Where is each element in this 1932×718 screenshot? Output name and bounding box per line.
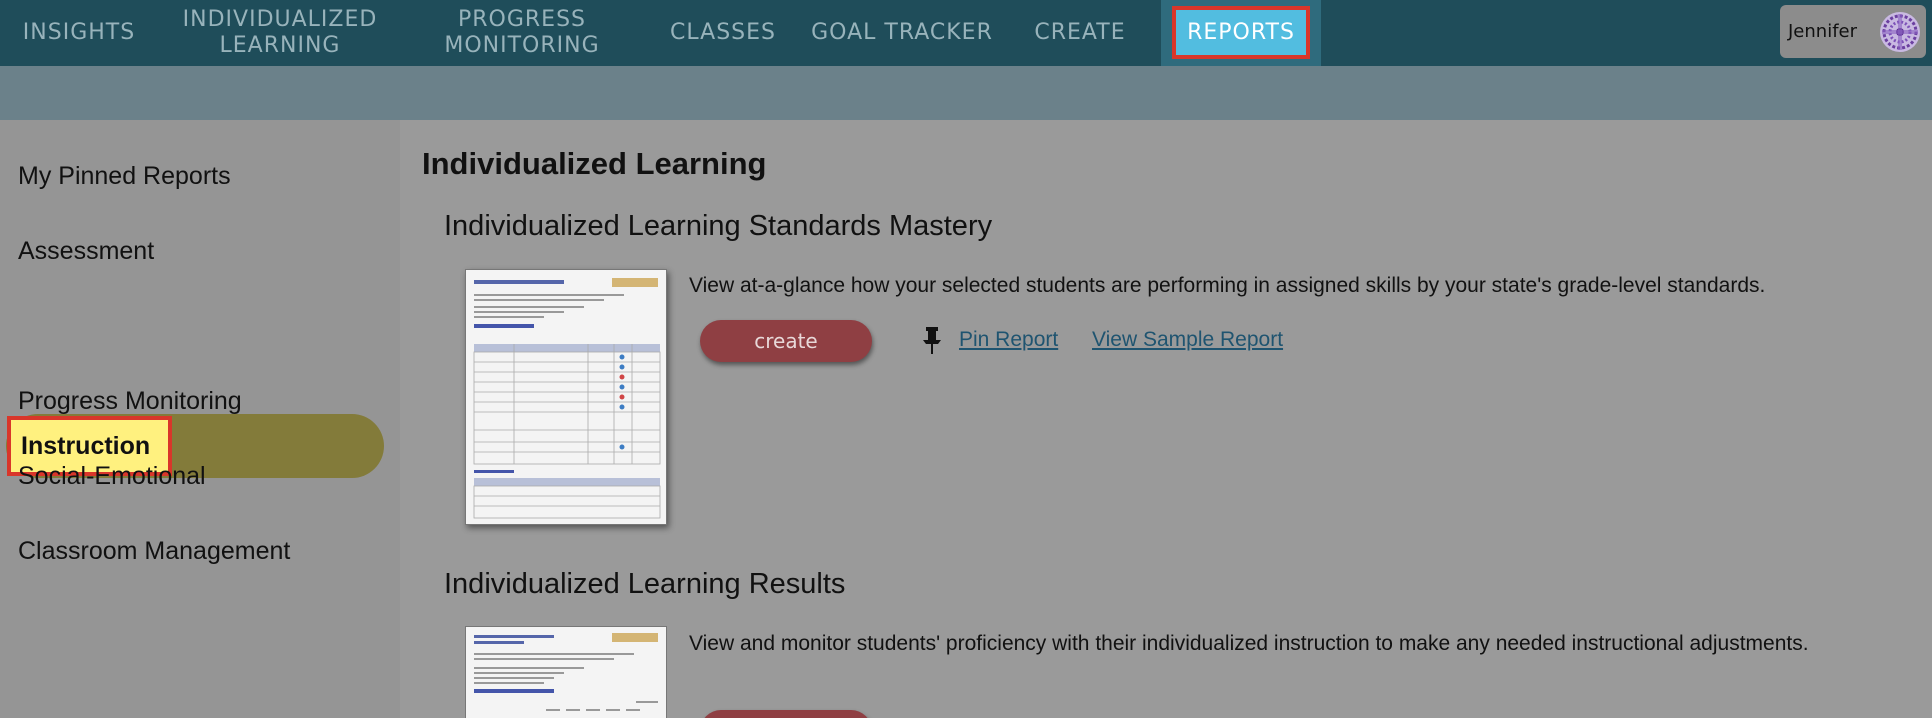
sidebar-item-label: Instruction (21, 431, 151, 460)
user-menu[interactable]: Jennifer (1780, 5, 1926, 58)
nav-classes-label: CLASSES (670, 20, 776, 45)
top-navigation: INSIGHTS INDIVIDUALIZED LEARNING PROGRES… (0, 0, 1932, 66)
page-title: Individualized Learning (422, 146, 767, 181)
sub-header-bar (0, 66, 1932, 120)
main-content: Individualized Learning Individualized L… (400, 120, 1932, 718)
sidebar-item-classroom-management[interactable]: Classroom Management (18, 537, 290, 566)
create-button[interactable]: create (700, 320, 872, 362)
report-category-sidebar: My Pinned Reports Assessment Instruction… (0, 120, 400, 718)
nav-progress-line2: MONITORING (444, 33, 600, 58)
pin-report-link[interactable]: Pin Report (959, 328, 1058, 352)
sidebar-item-label: Classroom Management (18, 537, 291, 565)
report-title: Individualized Learning Standards Master… (444, 210, 993, 242)
nav-individualized-line1: INDIVIDUALIZED (182, 7, 378, 32)
sidebar-item-label: My Pinned Reports (18, 162, 231, 190)
report-title: Individualized Learning Results (444, 568, 846, 600)
avatar (1880, 12, 1920, 52)
nav-reports-label: REPORTS (1187, 20, 1295, 45)
nav-progress-line1: PROGRESS (457, 7, 587, 32)
sidebar-item-label: Social-Emotional (18, 462, 206, 490)
nav-individualized-learning[interactable]: INDIVIDUALIZED LEARNING (168, 0, 392, 66)
sidebar-item-social-emotional[interactable]: Social-Emotional (18, 462, 206, 491)
sidebar-item-label: Assessment (18, 237, 155, 265)
report-description: View at-a-glance how your selected stude… (689, 274, 1766, 297)
sidebar-item-assessment[interactable]: Assessment (18, 237, 154, 266)
nav-create[interactable]: CREATE (1024, 0, 1136, 66)
pin-icon[interactable] (920, 325, 944, 355)
sidebar-item-my-pinned-reports[interactable]: My Pinned Reports (18, 162, 231, 191)
report-thumbnail-standards-mastery[interactable] (465, 269, 667, 525)
report-description: View and monitor students' proficiency w… (689, 632, 1809, 655)
nav-insights[interactable]: INSIGHTS (10, 0, 148, 66)
sidebar-item-progress-monitoring[interactable]: Progress Monitoring (18, 387, 242, 416)
nav-classes[interactable]: CLASSES (660, 0, 786, 66)
nav-create-label: CREATE (1034, 20, 1126, 45)
sidebar-item-label: Progress Monitoring (18, 387, 242, 415)
nav-goal-tracker[interactable]: GOAL TRACKER (806, 0, 998, 66)
nav-individualized-line2: LEARNING (219, 33, 341, 58)
user-name: Jennifer (1788, 21, 1858, 42)
nav-goal-tracker-label: GOAL TRACKER (811, 20, 993, 45)
pin-icon[interactable] (920, 714, 944, 718)
create-button[interactable] (700, 710, 872, 718)
view-sample-report-link[interactable]: View Sample Report (1092, 328, 1283, 352)
report-thumbnail-results[interactable] (465, 626, 667, 718)
nav-progress-monitoring[interactable]: PROGRESS MONITORING (428, 0, 616, 66)
nav-insights-label: INSIGHTS (22, 20, 136, 45)
nav-reports[interactable]: REPORTS (1172, 6, 1310, 59)
